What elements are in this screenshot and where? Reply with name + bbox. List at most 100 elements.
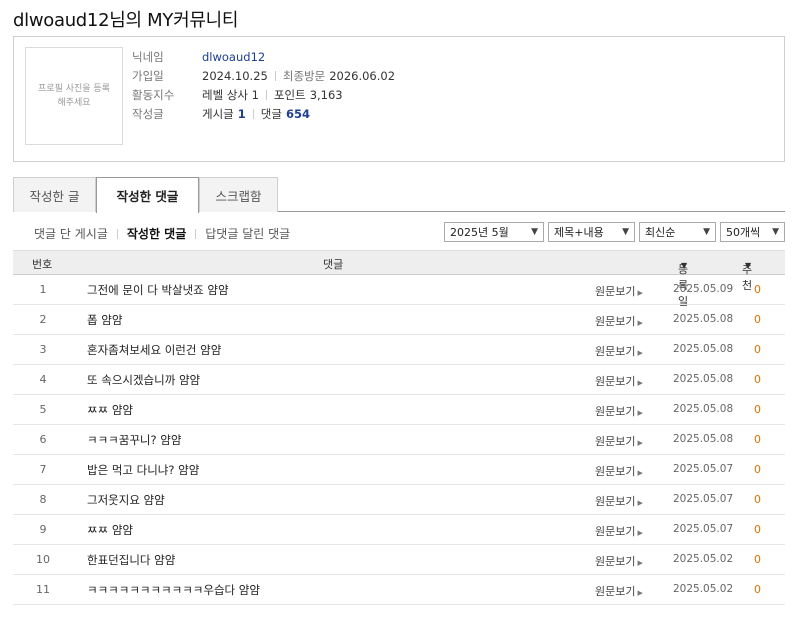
chevron-down-icon: ▼ xyxy=(703,227,710,237)
play-arrow-icon: ▶ xyxy=(637,499,643,507)
view-original-label: 원문보기 xyxy=(595,495,636,508)
play-arrow-icon: ▶ xyxy=(637,589,643,597)
play-arrow-icon: ▶ xyxy=(637,319,643,327)
row-date: 2025.05.08 xyxy=(673,433,734,445)
table-row: 6 ㅋㅋㅋ꿈꾸니? 얌얌 원문보기 ▶ 2025.05.08 0 xyxy=(13,425,785,455)
table-row: 8 그저웃지요 얌얌 원문보기 ▶ 2025.05.07 0 xyxy=(13,485,785,515)
comment-text-link[interactable]: ㅉㅉ 얌얌 xyxy=(87,522,133,538)
subnav-commented-posts[interactable]: 댓글 단 게시글 xyxy=(34,225,108,242)
subnav-written-comments[interactable]: 작성한 댓글 xyxy=(127,225,186,242)
comment-text-link[interactable]: 그저웃지요 얌얌 xyxy=(87,492,165,508)
comment-text-link[interactable]: 밥은 먹고 다니냐? 얌얌 xyxy=(87,462,199,478)
sort-select[interactable]: 최신순 ▼ xyxy=(639,222,716,242)
row-recommend-count: 0 xyxy=(754,463,761,476)
play-arrow-icon: ▶ xyxy=(637,469,643,477)
view-original-label: 원문보기 xyxy=(595,285,636,298)
row-number: 5 xyxy=(39,403,47,416)
row-recommend-count: 0 xyxy=(754,373,761,386)
view-original-link[interactable]: 원문보기 ▶ xyxy=(595,583,643,599)
points-label: 포인트 xyxy=(273,87,306,102)
row-recommend-count: 0 xyxy=(754,313,761,326)
table-row: 5 ㅉㅉ 얌얌 원문보기 ▶ 2025.05.08 0 xyxy=(13,395,785,425)
comment-text-link[interactable]: ㅋㅋㅋㅋㅋㅋㅋㅋㅋㅋㅋ우습다 얌얌 xyxy=(87,582,260,598)
play-arrow-icon: ▶ xyxy=(637,289,643,297)
table-row: 1 그전에 문이 다 박살냇죠 얌얌 원문보기 ▶ 2025.05.09 0 xyxy=(13,275,785,305)
view-original-link[interactable]: 원문보기 ▶ xyxy=(595,493,643,509)
sort-down-icon: ▼ xyxy=(681,261,688,270)
row-number: 2 xyxy=(39,313,47,326)
play-arrow-icon: ▶ xyxy=(637,559,643,567)
view-original-label: 원문보기 xyxy=(595,405,636,418)
view-original-label: 원문보기 xyxy=(595,435,636,448)
view-original-link[interactable]: 원문보기 ▶ xyxy=(595,283,643,299)
posts-count[interactable]: 1 xyxy=(238,107,246,121)
header-comment: 댓글 xyxy=(323,258,344,271)
tab-scraps[interactable]: 스크랩함 xyxy=(199,177,278,212)
table-header: 번호 댓글 등록일 ▼ 추천 ▼ xyxy=(13,250,785,308)
play-arrow-icon: ▶ xyxy=(637,529,643,537)
table-row: 10 한표던집니다 얌얌 원문보기 ▶ 2025.05.02 0 xyxy=(13,545,785,575)
play-arrow-icon: ▶ xyxy=(637,349,643,357)
divider xyxy=(116,228,118,239)
month-select-value: 2025년 5월 xyxy=(450,226,509,239)
comment-text-link[interactable]: 또 속으시겠습니까 얌얌 xyxy=(87,372,200,388)
comment-text-link[interactable]: ㅉㅉ 얌얌 xyxy=(87,402,133,418)
nickname-value[interactable]: dlwoaud12 xyxy=(202,50,265,64)
view-original-link[interactable]: 원문보기 ▶ xyxy=(595,403,643,419)
per-page-value: 50개씩 xyxy=(726,226,761,239)
nickname-label: 닉네임 xyxy=(132,49,164,64)
comment-text-link[interactable]: ㅋㅋㅋ꿈꾸니? 얌얌 xyxy=(87,432,181,448)
table-row: 3 혼자좀쳐보세요 이런건 얌얌 원문보기 ▶ 2025.05.08 0 xyxy=(13,335,785,365)
play-arrow-icon: ▶ xyxy=(637,409,643,417)
comments-count[interactable]: 654 xyxy=(286,107,310,121)
row-date: 2025.05.08 xyxy=(673,373,734,385)
joined-label: 가입일 xyxy=(132,68,164,83)
play-arrow-icon: ▶ xyxy=(637,439,643,447)
tab-written-comments[interactable]: 작성한 댓글 xyxy=(96,177,199,213)
comment-text-link[interactable]: 폽 얌얌 xyxy=(87,312,122,328)
divider xyxy=(195,228,197,239)
row-date: 2025.05.07 xyxy=(673,523,734,535)
divider xyxy=(265,89,267,100)
view-original-link[interactable]: 원문보기 ▶ xyxy=(595,463,643,479)
view-original-link[interactable]: 원문보기 ▶ xyxy=(595,373,643,389)
row-recommend-count: 0 xyxy=(754,343,761,356)
row-number: 1 xyxy=(39,283,47,296)
profile-box: 프로필 사진을 등록해주세요 닉네임 dlwoaud12 가입일 2024.10… xyxy=(13,36,785,162)
view-original-link[interactable]: 원문보기 ▶ xyxy=(595,313,643,329)
tab-bar: 작성한 글 작성한 댓글 스크랩함 xyxy=(13,177,785,213)
chevron-down-icon: ▼ xyxy=(622,227,629,237)
row-date: 2025.05.08 xyxy=(673,313,734,325)
view-original-link[interactable]: 원문보기 ▶ xyxy=(595,553,643,569)
tab-written-posts[interactable]: 작성한 글 xyxy=(13,177,96,212)
profile-photo-placeholder[interactable]: 프로필 사진을 등록해주세요 xyxy=(25,47,123,145)
profile-info: 닉네임 dlwoaud12 가입일 2024.10.25 최종방문 2026.0… xyxy=(132,47,395,123)
divider xyxy=(274,70,276,81)
comment-text-link[interactable]: 혼자좀쳐보세요 이런건 얌얌 xyxy=(87,342,221,358)
sort-value: 최신순 xyxy=(645,226,676,239)
row-number: 8 xyxy=(39,493,47,506)
comment-text-link[interactable]: 그전에 문이 다 박살냇죠 얌얌 xyxy=(87,282,229,298)
search-scope-select[interactable]: 제목+내용 ▼ xyxy=(548,222,635,242)
comment-text-link[interactable]: 한표던집니다 얌얌 xyxy=(87,552,175,568)
view-original-link[interactable]: 원문보기 ▶ xyxy=(595,343,643,359)
view-original-link[interactable]: 원문보기 ▶ xyxy=(595,433,643,449)
comments-label: 댓글 xyxy=(260,106,282,121)
month-select[interactable]: 2025년 5월 ▼ xyxy=(444,222,544,242)
chevron-down-icon: ▼ xyxy=(531,227,538,237)
row-date: 2025.05.09 xyxy=(673,283,734,295)
comment-subnav: 댓글 단 게시글 작성한 댓글 답댓글 달린 댓글 xyxy=(34,225,290,242)
sort-down-icon: ▼ xyxy=(745,261,752,270)
table-row: 2 폽 얌얌 원문보기 ▶ 2025.05.08 0 xyxy=(13,305,785,335)
row-recommend-count: 0 xyxy=(754,523,761,536)
written-label: 작성글 xyxy=(132,106,164,121)
subnav-replied-comments[interactable]: 답댓글 달린 댓글 xyxy=(205,225,290,242)
row-date: 2025.05.08 xyxy=(673,343,734,355)
row-number: 4 xyxy=(39,373,47,386)
row-number: 3 xyxy=(39,343,47,356)
row-recommend-count: 0 xyxy=(754,493,761,506)
view-original-label: 원문보기 xyxy=(595,345,636,358)
per-page-select[interactable]: 50개씩 ▼ xyxy=(720,222,785,242)
row-number: 9 xyxy=(39,523,47,536)
view-original-link[interactable]: 원문보기 ▶ xyxy=(595,523,643,539)
